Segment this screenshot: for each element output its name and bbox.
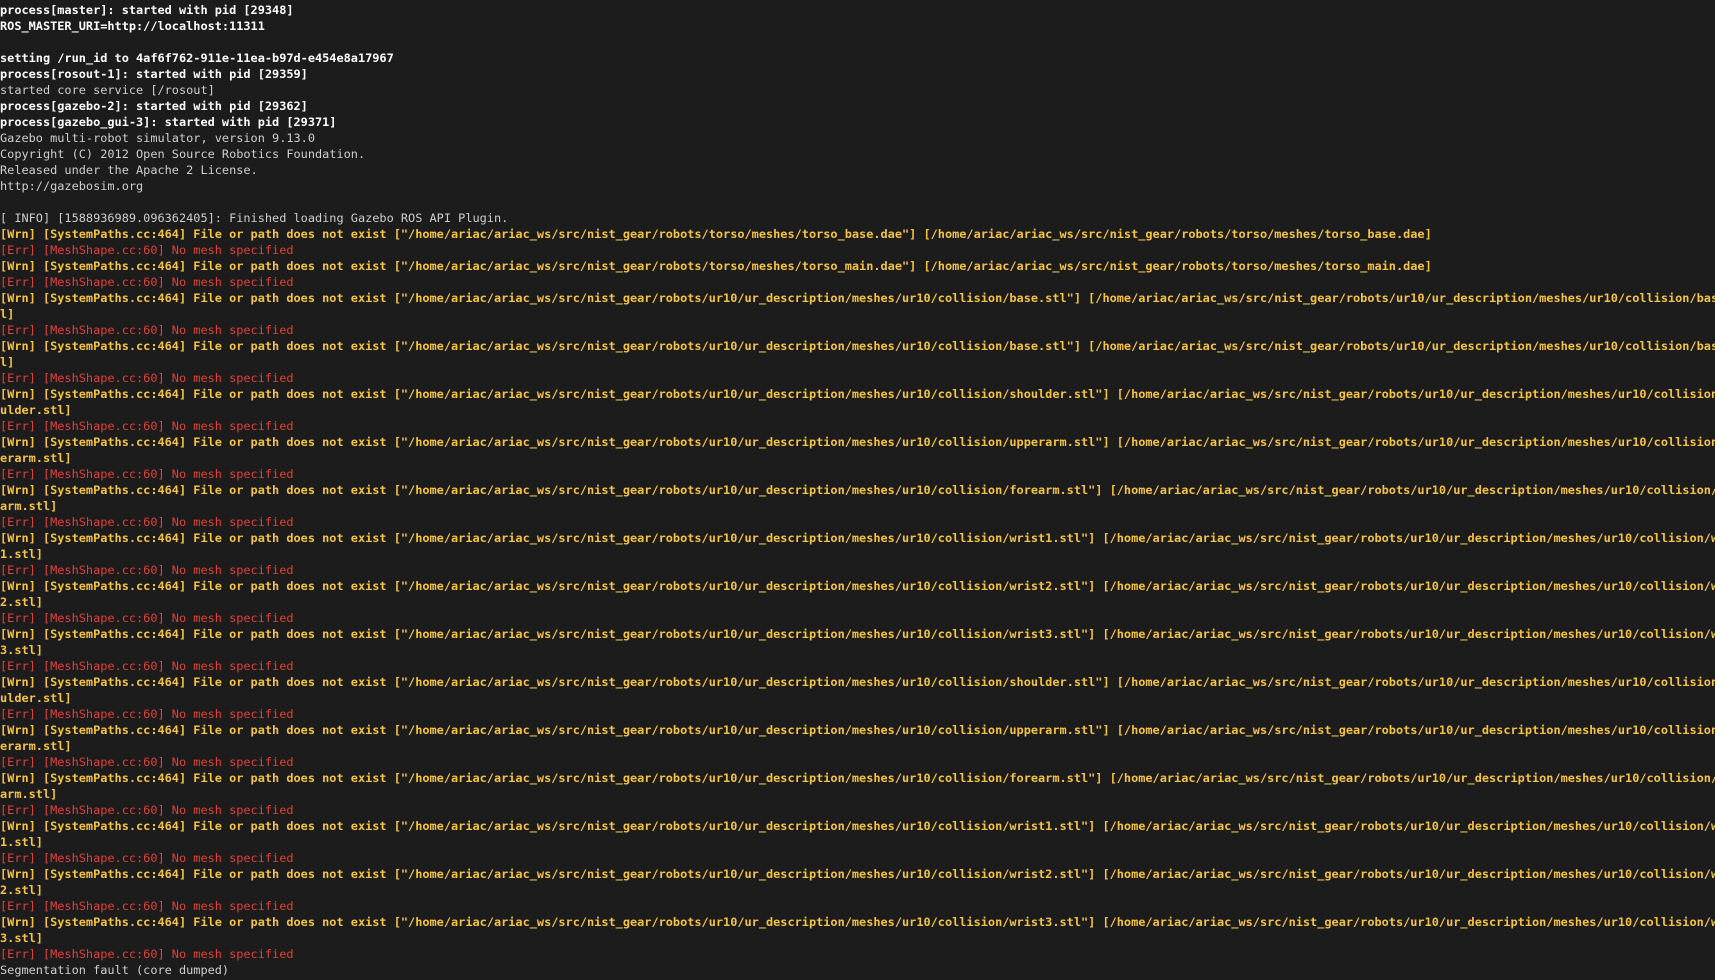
warning-line: 1.stl] [0,547,43,561]
warning-line: [Wrn] [SystemPaths.cc:464] File or path … [0,819,1715,833]
error-line: [Err] [MeshShape.cc:60] No mesh specifie… [0,659,294,673]
warning-line: 1.stl] [0,835,43,849]
warning-line: arm.stl] [0,499,58,513]
warning-line: [Wrn] [SystemPaths.cc:464] File or path … [0,435,1715,449]
error-line: [Err] [MeshShape.cc:60] No mesh specifie… [0,755,294,769]
warning-line: [Wrn] [SystemPaths.cc:464] File or path … [0,227,1432,241]
error-line: [Err] [MeshShape.cc:60] No mesh specifie… [0,371,294,385]
error-line: [Err] [MeshShape.cc:60] No mesh specifie… [0,515,294,529]
error-line: [Err] [MeshShape.cc:60] No mesh specifie… [0,803,294,817]
terminal-line: process[rosout-1]: started with pid [293… [0,67,308,81]
error-line: [Err] [MeshShape.cc:60] No mesh specifie… [0,899,294,913]
warning-line: ulder.stl] [0,691,72,705]
warning-line: [Wrn] [SystemPaths.cc:464] File or path … [0,867,1715,881]
error-line: [Err] [MeshShape.cc:60] No mesh specifie… [0,947,294,961]
warning-line: 3.stl] [0,931,43,945]
warning-line: [Wrn] [SystemPaths.cc:464] File or path … [0,483,1715,497]
warning-line: [Wrn] [SystemPaths.cc:464] File or path … [0,339,1715,353]
terminal-line: Segmentation fault (core dumped) [0,963,230,977]
terminal-line: process[master]: started with pid [29348… [0,3,294,17]
warning-line: l] [0,307,15,321]
warning-line: [Wrn] [SystemPaths.cc:464] File or path … [0,579,1715,593]
warning-line: [Wrn] [SystemPaths.cc:464] File or path … [0,291,1715,305]
terminal-line: Gazebo multi-robot simulator, version 9.… [0,131,315,145]
terminal-line: started core service [/rosout] [0,83,215,97]
terminal-line: setting /run_id to 4af6f762-911e-11ea-b9… [0,51,394,65]
warning-line: [Wrn] [SystemPaths.cc:464] File or path … [0,387,1715,401]
error-line: [Err] [MeshShape.cc:60] No mesh specifie… [0,563,294,577]
terminal-line: ROS_MASTER_URI=http://localhost:11311 [0,19,265,33]
warning-line: [Wrn] [SystemPaths.cc:464] File or path … [0,675,1715,689]
error-line: [Err] [MeshShape.cc:60] No mesh specifie… [0,467,294,481]
terminal-line: process[gazebo_gui-3]: started with pid … [0,115,337,129]
warning-line: arm.stl] [0,787,58,801]
error-line: [Err] [MeshShape.cc:60] No mesh specifie… [0,323,294,337]
error-line: [Err] [MeshShape.cc:60] No mesh specifie… [0,707,294,721]
warning-line: [Wrn] [SystemPaths.cc:464] File or path … [0,259,1432,273]
error-line: [Err] [MeshShape.cc:60] No mesh specifie… [0,851,294,865]
error-line: [Err] [MeshShape.cc:60] No mesh specifie… [0,275,294,289]
warning-line: 2.stl] [0,883,43,897]
warning-line: [Wrn] [SystemPaths.cc:464] File or path … [0,627,1715,641]
warning-line: 2.stl] [0,595,43,609]
terminal-line: Released under the Apache 2 License. [0,163,258,177]
error-line: [Err] [MeshShape.cc:60] No mesh specifie… [0,243,294,257]
warning-line: [Wrn] [SystemPaths.cc:464] File or path … [0,771,1715,785]
terminal-line: http://gazebosim.org [0,179,144,193]
error-line: [Err] [MeshShape.cc:60] No mesh specifie… [0,419,294,433]
error-line: [Err] [MeshShape.cc:60] No mesh specifie… [0,611,294,625]
warning-line: erarm.stl] [0,739,72,753]
warning-line: l] [0,355,15,369]
warning-line: 3.stl] [0,643,43,657]
warning-line: ulder.stl] [0,403,72,417]
info-line: [ INFO] [1588936989.096362405]: Finished… [0,211,509,225]
terminal-line: process[gazebo-2]: started with pid [293… [0,99,308,113]
terminal-window[interactable]: process[master]: started with pid [29348… [0,0,1715,980]
warning-line: erarm.stl] [0,451,72,465]
terminal-line: Copyright (C) 2012 Open Source Robotics … [0,147,366,161]
warning-line: [Wrn] [SystemPaths.cc:464] File or path … [0,723,1715,737]
warning-line: [Wrn] [SystemPaths.cc:464] File or path … [0,915,1715,929]
warning-line: [Wrn] [SystemPaths.cc:464] File or path … [0,531,1715,545]
